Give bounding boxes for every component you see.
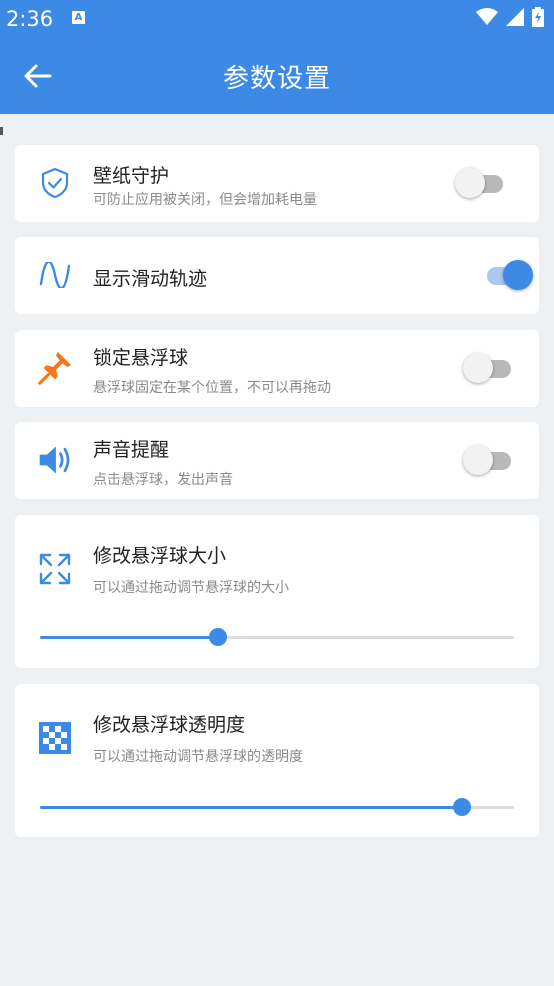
setting-card-sound-alert: 声音提醒 点击悬浮球，发出声音	[15, 422, 539, 499]
notification-icon: A	[72, 11, 85, 24]
slider-description: 可以通过拖动调节悬浮球的透明度	[93, 749, 303, 765]
show-swipe-trail-toggle[interactable]	[481, 259, 533, 291]
speaker-icon	[37, 442, 73, 478]
edge-marker	[0, 127, 3, 135]
checkerboard-icon	[37, 720, 73, 756]
setting-card-wallpaper-guard: 壁纸守护 可防止应用被关闭，但会增加耗电量	[15, 145, 539, 222]
slider-thumb[interactable]	[452, 798, 471, 816]
setting-card-show-swipe-trail: 显示滑动轨迹	[15, 237, 539, 314]
expand-arrows-icon	[37, 551, 73, 587]
shield-check-icon	[37, 165, 73, 201]
slider-thumb[interactable]	[208, 628, 227, 646]
signal-icon	[506, 8, 524, 26]
setting-title: 声音提醒	[93, 439, 170, 461]
setting-description: 可防止应用被关闭，但会增加耗电量	[93, 192, 317, 208]
app-bar: 参数设置	[0, 38, 554, 114]
pin-icon	[37, 350, 73, 386]
ball-opacity-slider[interactable]	[40, 797, 514, 817]
setting-description: 点击悬浮球，发出声音	[93, 472, 233, 488]
wifi-icon	[476, 8, 498, 25]
setting-card-lock-float-ball: 锁定悬浮球 悬浮球固定在某个位置，不可以再拖动	[15, 330, 539, 407]
setting-description: 悬浮球固定在某个位置，不可以再拖动	[93, 380, 331, 396]
slider-card-ball-size: 修改悬浮球大小 可以通过拖动调节悬浮球的大小	[15, 515, 539, 668]
slider-title: 修改悬浮球大小	[93, 545, 227, 567]
status-icons	[476, 7, 544, 27]
status-bar: 2:36 A	[0, 0, 554, 38]
setting-title: 显示滑动轨迹	[93, 268, 208, 290]
lock-float-ball-toggle[interactable]	[463, 352, 515, 384]
slider-card-ball-opacity: 修改悬浮球透明度 可以通过拖动调节悬浮球的透明度	[15, 684, 539, 837]
setting-title: 锁定悬浮球	[93, 347, 189, 369]
slider-title: 修改悬浮球透明度	[93, 714, 246, 736]
sine-wave-icon	[37, 257, 73, 293]
wallpaper-guard-toggle[interactable]	[455, 167, 507, 199]
slider-description: 可以通过拖动调节悬浮球的大小	[93, 580, 289, 596]
battery-icon	[532, 7, 544, 27]
page-title: 参数设置	[222, 64, 331, 94]
sound-alert-toggle[interactable]	[463, 444, 515, 476]
status-time: 2:36	[6, 7, 54, 31]
ball-size-slider[interactable]	[40, 627, 514, 647]
setting-title: 壁纸守护	[93, 165, 170, 187]
